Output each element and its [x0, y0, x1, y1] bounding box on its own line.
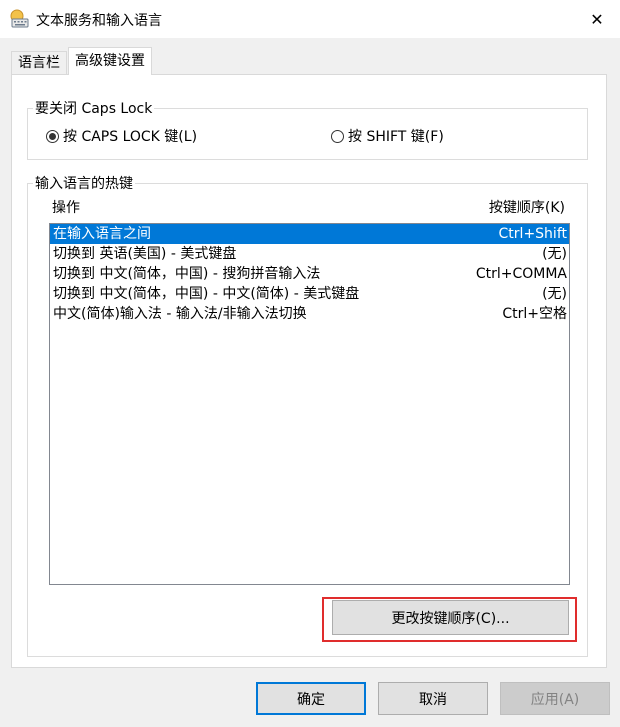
tab-advanced-key-settings[interactable]: 高级键设置	[68, 47, 152, 75]
radio-caps-lock-key[interactable]: 按 CAPS LOCK 键(L)	[46, 126, 197, 146]
keyboard-language-icon	[10, 9, 29, 28]
radio-shift-key[interactable]: 按 SHIFT 键(F)	[331, 126, 444, 146]
caps-lock-group-label: 要关闭 Caps Lock	[35, 101, 153, 117]
list-item[interactable]: 在输入语言之间 Ctrl+Shift	[50, 224, 569, 244]
change-key-sequence-button[interactable]: 更改按键顺序(C)...	[332, 600, 569, 635]
tab-language-bar[interactable]: 语言栏	[11, 51, 67, 74]
column-header-action: 操作	[52, 200, 80, 216]
column-header-key-sequence: 按键顺序(K)	[488, 200, 565, 216]
list-item-key: Ctrl+空格	[502, 306, 567, 322]
tab-panel: 要关闭 Caps Lock 按 CAPS LOCK 键(L) 按 SHIFT 键…	[11, 74, 607, 668]
list-item[interactable]: 切换到 英语(美国) - 美式键盘 (无)	[50, 244, 569, 264]
apply-button: 应用(A)	[500, 682, 610, 715]
radio-checked-icon	[46, 129, 59, 143]
radio-shift-key-label: 按 SHIFT 键(F)	[348, 129, 444, 145]
list-item-key: (无)	[542, 286, 567, 302]
list-item-key: (无)	[542, 246, 567, 262]
radio-unchecked-icon	[331, 129, 344, 143]
list-item-action: 中文(简体)输入法 - 输入法/非输入法切换	[53, 306, 307, 322]
title-bar: 文本服务和输入语言 ✕	[0, 0, 620, 38]
list-item[interactable]: 中文(简体)输入法 - 输入法/非输入法切换 Ctrl+空格	[50, 304, 569, 324]
close-icon: ✕	[590, 9, 604, 29]
hotkey-list[interactable]: 在输入语言之间 Ctrl+Shift 切换到 英语(美国) - 美式键盘 (无)…	[49, 223, 570, 585]
close-button[interactable]: ✕	[574, 0, 620, 38]
list-item[interactable]: 切换到 中文(简体，中国) - 搜狗拼音输入法 Ctrl+COMMA	[50, 264, 569, 284]
list-item-key: Ctrl+COMMA	[475, 266, 567, 282]
list-item-action: 在输入语言之间	[53, 226, 151, 242]
hotkeys-group-label: 输入语言的热键	[35, 176, 133, 192]
radio-caps-lock-key-label: 按 CAPS LOCK 键(L)	[63, 129, 198, 145]
cancel-button[interactable]: 取消	[378, 682, 488, 715]
list-item-action: 切换到 英语(美国) - 美式键盘	[53, 246, 237, 262]
list-item-action: 切换到 中文(简体，中国) - 中文(简体) - 美式键盘	[53, 286, 360, 302]
list-item-action: 切换到 中文(简体，中国) - 搜狗拼音输入法	[53, 266, 321, 282]
list-item[interactable]: 切换到 中文(简体，中国) - 中文(简体) - 美式键盘 (无)	[50, 284, 569, 304]
window-title: 文本服务和输入语言	[36, 13, 162, 29]
list-item-key: Ctrl+Shift	[498, 226, 567, 242]
ok-button[interactable]: 确定	[256, 682, 366, 715]
